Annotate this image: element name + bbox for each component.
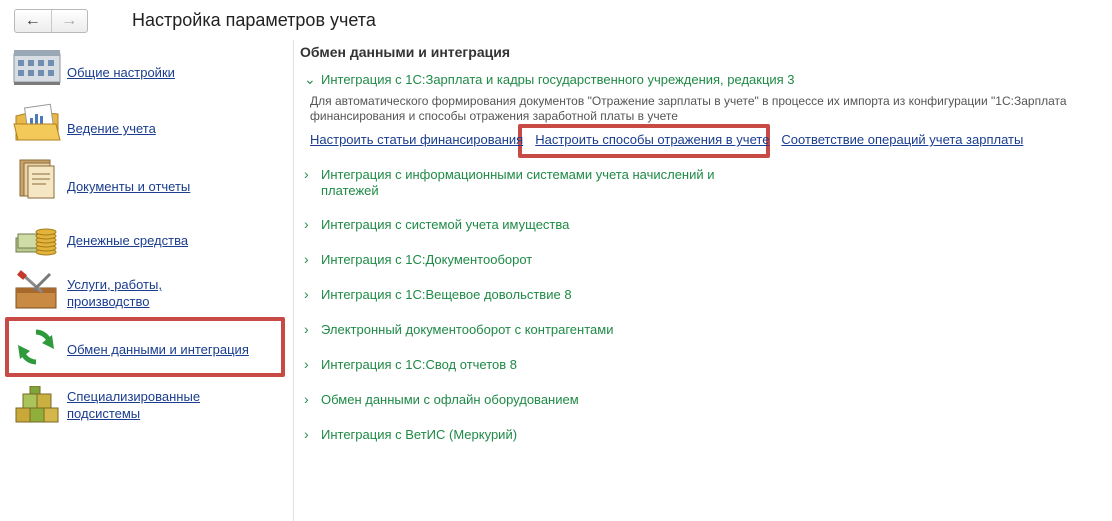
sidebar-item-specialized-subsystems[interactable]: Специализированные подсистемы [0, 384, 290, 430]
sidebar-item-label: Документы и отчеты [67, 179, 191, 194]
arrow-right-icon: → [61, 12, 78, 29]
sidebar-item-label: Услуги, работы, производство [67, 277, 162, 309]
coins-icon [15, 228, 57, 256]
chevron-right-icon: › [304, 166, 309, 182]
arrow-left-icon: ← [24, 12, 41, 29]
group-title: Обмен данными с офлайн оборудованием [321, 392, 579, 407]
chevron-right-icon: › [304, 356, 309, 372]
group-title: Интеграция с информационными системами у… [321, 167, 715, 198]
sidebar-item-services-production[interactable]: Услуги, работы, производство [0, 270, 290, 314]
forward-button[interactable]: → [52, 10, 88, 32]
sidebar-item-label: Ведение учета [67, 121, 156, 136]
chevron-right-icon: › [304, 426, 309, 442]
group-title: Интеграция с 1С:Свод отчетов 8 [321, 357, 518, 372]
sidebar-item-label: Денежные средства [67, 233, 189, 248]
sidebar-item-accounting[interactable]: Ведение учета [0, 102, 290, 148]
link-payroll-operations[interactable]: Соответствие операций учета зарплаты [781, 132, 1023, 147]
chevron-right-icon: › [304, 216, 309, 232]
group-collapsed[interactable]: › Интеграция с системой учета имущества [304, 217, 569, 233]
highlight-frame-sidebar [5, 317, 285, 377]
navigation-buttons: ← → [14, 9, 88, 33]
sidebar: Общие настройки Ведение учета Документы … [0, 40, 294, 521]
group-collapsed[interactable]: › Интеграция с 1С:Вещевое довольствие 8 [304, 287, 572, 303]
group-title: Интеграция с 1С:Зарплата и кадры государ… [321, 72, 795, 87]
sidebar-item-label: Общие настройки [67, 65, 175, 80]
link-reflection-methods[interactable]: Настроить способы отражения в учете [535, 132, 769, 147]
documents-folder-icon [19, 159, 55, 199]
link-funding-items[interactable]: Настроить статьи финансирования [310, 132, 523, 147]
back-button[interactable]: ← [15, 10, 52, 32]
group-collapsed[interactable]: › Электронный документооборот с контраге… [304, 322, 613, 338]
group-collapsed[interactable]: › Интеграция с информационными системами… [304, 167, 715, 199]
group-description: Для автоматического формирования докумен… [310, 94, 1067, 123]
window-title: Настройка параметров учета [132, 10, 376, 30]
sidebar-item-documents-reports[interactable]: Документы и отчеты [0, 158, 290, 204]
section-title: Обмен данными и интеграция [300, 44, 510, 60]
chevron-right-icon: › [304, 251, 309, 267]
building-icon [13, 50, 61, 85]
sidebar-item-cash[interactable]: Денежные средства [0, 214, 290, 260]
cubes-icon [15, 386, 59, 423]
group-title: Интеграция с 1С:Документооборот [321, 252, 533, 267]
toolbox-icon [15, 270, 57, 309]
chevron-right-icon: › [304, 286, 309, 302]
main-content: Обмен данными и интеграция ⌄ Интеграция … [300, 40, 1112, 521]
group-title: Интеграция с 1С:Вещевое довольствие 8 [321, 287, 572, 302]
group-title: Интеграция с ВетИС (Меркурий) [321, 427, 518, 442]
sidebar-item-general-settings[interactable]: Общие настройки [0, 46, 290, 90]
chevron-right-icon: › [304, 321, 309, 337]
chevron-right-icon: › [304, 391, 309, 407]
group-collapsed[interactable]: › Интеграция с 1С:Свод отчетов 8 [304, 357, 517, 373]
group-collapsed[interactable]: › Интеграция с ВетИС (Меркурий) [304, 427, 517, 443]
group-collapsed[interactable]: › Интеграция с 1С:Документооборот [304, 252, 532, 268]
group-collapsed[interactable]: › Обмен данными с офлайн оборудованием [304, 392, 579, 408]
group-links: Настроить статьи финансирования Настроит… [310, 132, 1023, 147]
chevron-down-icon: ⌄ [304, 71, 316, 87]
sidebar-item-label: Специализированные подсистемы [67, 389, 201, 421]
group-title: Электронный документооборот с контрагент… [321, 322, 614, 337]
group-title: Интеграция с системой учета имущества [321, 217, 570, 232]
group-expanded[interactable]: ⌄ Интеграция с 1С:Зарплата и кадры госуд… [304, 72, 795, 88]
folder-chart-icon [13, 103, 61, 141]
